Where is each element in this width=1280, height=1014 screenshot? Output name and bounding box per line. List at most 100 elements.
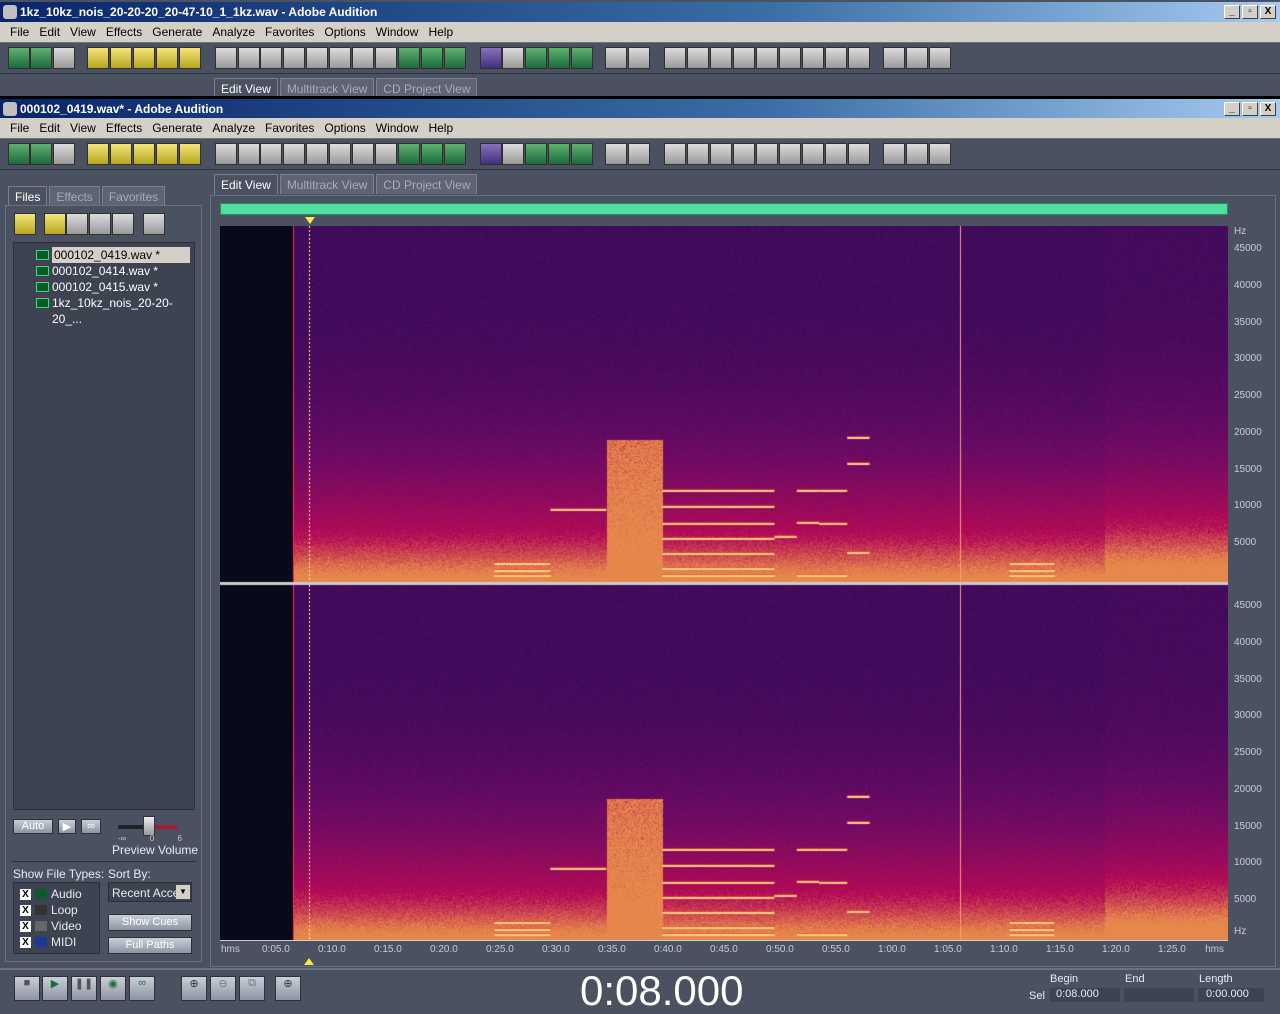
restore-button[interactable]: ▫ <box>1242 5 1258 19</box>
menu-view[interactable]: View <box>65 25 101 39</box>
zoom-icon[interactable] <box>756 143 778 165</box>
menu-options[interactable]: Options <box>319 25 370 39</box>
sort-by-select[interactable]: Recent Acce ▼ <box>108 882 192 902</box>
mix-paste-icon[interactable] <box>398 47 420 69</box>
tab-edit-view[interactable]: Edit View <box>214 78 278 98</box>
insert-icon[interactable] <box>421 143 443 165</box>
close-button[interactable]: X <box>1260 102 1276 116</box>
bypass-icon[interactable] <box>502 143 524 165</box>
close-button[interactable]: X <box>1260 5 1276 19</box>
file-item[interactable]: 000102_0414.wav * <box>14 263 194 279</box>
new-file-icon[interactable] <box>87 143 109 165</box>
settings-icon[interactable] <box>883 47 905 69</box>
tab-edit-view[interactable]: Edit View <box>214 174 278 194</box>
repeat-icon[interactable] <box>260 143 282 165</box>
sel-end-field[interactable] <box>1124 988 1194 1002</box>
menu-options[interactable]: Options <box>319 121 370 135</box>
zoom-full-icon[interactable]: ⧉ <box>239 976 265 1001</box>
window-2-icon[interactable] <box>687 143 709 165</box>
play-preview-button[interactable]: ▶ <box>58 819 76 834</box>
save-as-icon[interactable] <box>156 143 178 165</box>
insert-icon[interactable] <box>421 47 443 69</box>
zoom-vertical-icon[interactable]: ⊕ <box>275 976 301 1001</box>
menu-edit[interactable]: Edit <box>34 121 65 135</box>
sel-length-field[interactable]: 0:00.000 <box>1198 988 1264 1002</box>
new-file-icon[interactable] <box>87 47 109 69</box>
menu-window[interactable]: Window <box>371 25 424 39</box>
menu-edit[interactable]: Edit <box>34 25 65 39</box>
find-beats-icon[interactable] <box>444 47 466 69</box>
wet-icon[interactable] <box>571 47 593 69</box>
display-icon[interactable] <box>802 143 824 165</box>
copy-icon[interactable] <box>306 47 328 69</box>
trim-icon[interactable] <box>329 47 351 69</box>
find-beats-icon[interactable] <box>444 143 466 165</box>
midi-checkbox[interactable]: X <box>20 937 31 948</box>
zoom-in-icon[interactable]: ⊕ <box>181 976 207 1001</box>
playhead-bottom-marker[interactable] <box>304 958 314 965</box>
paste-icon[interactable] <box>352 143 374 165</box>
undo-icon[interactable] <box>215 47 237 69</box>
tab-multitrack-view[interactable]: Multitrack View <box>280 174 374 194</box>
open-file-icon[interactable] <box>14 213 36 235</box>
menu-effects[interactable]: Effects <box>101 121 147 135</box>
cut-icon[interactable] <box>283 47 305 69</box>
window-2-icon[interactable] <box>687 47 709 69</box>
marquee-icon[interactable] <box>628 47 650 69</box>
cd-view-icon[interactable] <box>53 47 75 69</box>
edit-file-icon[interactable] <box>112 213 134 235</box>
menu-help[interactable]: Help <box>423 25 458 39</box>
minimize-button[interactable]: _ <box>1224 102 1240 116</box>
help-icon[interactable] <box>929 47 951 69</box>
paste-icon[interactable] <box>352 47 374 69</box>
mix-icon[interactable] <box>525 47 547 69</box>
spectral-view[interactable] <box>220 226 1228 940</box>
video-checkbox[interactable]: X <box>20 921 31 932</box>
overview-bar[interactable] <box>220 203 1228 215</box>
undo-icon[interactable] <box>215 143 237 165</box>
script-icon[interactable] <box>906 47 928 69</box>
full-paths-button[interactable]: Full Paths <box>108 937 192 954</box>
redo-icon[interactable] <box>238 47 260 69</box>
transport-icon[interactable] <box>733 143 755 165</box>
save-all-icon[interactable] <box>179 47 201 69</box>
repeat-icon[interactable] <box>260 47 282 69</box>
tab-favorites[interactable]: Favorites <box>102 186 165 206</box>
open-file-icon[interactable] <box>110 143 132 165</box>
audio-checkbox[interactable]: X <box>20 889 31 900</box>
close-file-icon[interactable] <box>44 213 66 235</box>
time-select-icon[interactable] <box>605 47 627 69</box>
menu-favorites[interactable]: Favorites <box>260 121 319 135</box>
help-icon[interactable] <box>929 143 951 165</box>
pause-button[interactable]: ❚❚ <box>71 976 97 1001</box>
tab-files[interactable]: Files <box>8 186 47 206</box>
show-cues-button[interactable]: Show Cues <box>108 914 192 931</box>
window-1-icon[interactable] <box>664 143 686 165</box>
menu-favorites[interactable]: Favorites <box>260 25 319 39</box>
tab-effects[interactable]: Effects <box>49 186 99 206</box>
wet-icon[interactable] <box>571 143 593 165</box>
menu-generate[interactable]: Generate <box>147 25 207 39</box>
play-button[interactable]: ▶ <box>42 976 68 1001</box>
menu-view[interactable]: View <box>65 121 101 135</box>
redo-icon[interactable] <box>238 143 260 165</box>
preview-volume-thumb[interactable] <box>143 816 155 836</box>
menu-file[interactable]: File <box>5 121 34 135</box>
edit-view-icon[interactable] <box>8 143 30 165</box>
time-icon[interactable] <box>779 47 801 69</box>
loop-button[interactable]: ∞ <box>129 976 155 1001</box>
loop-preview-button[interactable]: ∞ <box>81 819 101 834</box>
menu-analyze[interactable]: Analyze <box>207 25 260 39</box>
menu-file[interactable]: File <box>5 25 34 39</box>
insert-cd-icon[interactable] <box>89 213 111 235</box>
restore-button[interactable]: ▫ <box>1242 102 1258 116</box>
menu-window[interactable]: Window <box>371 121 424 135</box>
marquee-icon[interactable] <box>628 143 650 165</box>
script-icon[interactable] <box>906 143 928 165</box>
loop-checkbox[interactable]: X <box>20 905 31 916</box>
save-icon[interactable] <box>133 143 155 165</box>
multitrack-view-icon[interactable] <box>30 143 52 165</box>
tab-cd-project-view[interactable]: CD Project View <box>376 78 477 98</box>
level-meter-icon[interactable] <box>825 143 847 165</box>
minimize-button[interactable]: _ <box>1224 5 1240 19</box>
